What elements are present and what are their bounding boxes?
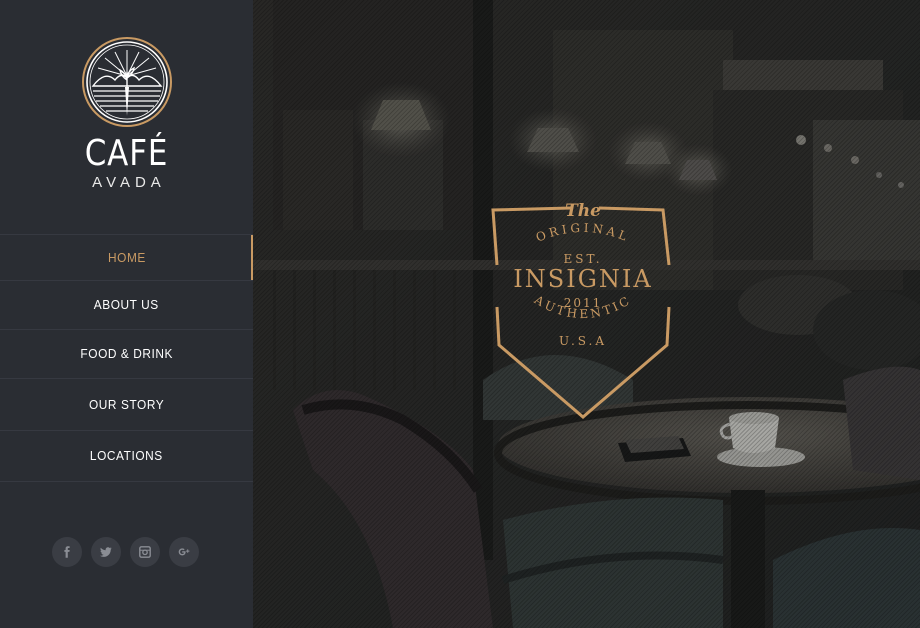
nav-item-locations[interactable]: LOCATIONS xyxy=(0,430,253,482)
nav-item-about-us[interactable]: ABOUT US xyxy=(0,280,253,329)
nav-item-our-story[interactable]: OUR STORY xyxy=(0,378,253,430)
nav-item-label: OUR STORY xyxy=(88,397,165,412)
nav-item-food-drink[interactable]: FOOD & DRINK xyxy=(0,329,253,378)
nav-item-label: LOCATIONS xyxy=(90,449,163,463)
cafe-emblem-icon xyxy=(81,37,172,127)
facebook-button[interactable] xyxy=(52,537,82,567)
badge-title-text: INSIGNIA xyxy=(513,265,652,293)
facebook-icon xyxy=(64,546,70,558)
nav-item-label: ABOUT US xyxy=(93,298,160,312)
brand-subtitle: AVADA xyxy=(92,174,166,191)
instagram-icon xyxy=(139,546,151,558)
sidebar: CAFÉ AVADA HOME ABOUT US FOOD & DRINK OU… xyxy=(0,0,253,628)
twitter-button[interactable] xyxy=(91,537,121,567)
brand-name: CAFÉ xyxy=(84,133,169,174)
insignia-badge: The ORIGINAL EST. INSIGNIA 2011 AUTHENTI… xyxy=(491,201,671,419)
hero-section: The ORIGINAL EST. INSIGNIA 2011 AUTHENTI… xyxy=(253,0,920,628)
badge-est-text: EST. xyxy=(563,252,602,266)
badge-original-text: ORIGINAL xyxy=(534,221,632,245)
nav-item-label: FOOD & DRINK xyxy=(80,347,173,361)
google-plus-icon xyxy=(178,548,190,556)
main-nav: HOME ABOUT US FOOD & DRINK OUR STORY LOC… xyxy=(0,234,253,482)
google-plus-button[interactable] xyxy=(169,537,199,567)
nav-item-home[interactable]: HOME xyxy=(0,234,253,280)
badge-the-text: The xyxy=(565,201,601,221)
twitter-icon xyxy=(100,547,112,557)
social-links xyxy=(52,537,199,567)
nav-item-label: HOME xyxy=(107,250,146,265)
badge-country-text: U.S.A xyxy=(559,334,607,348)
site-logo[interactable]: CAFÉ AVADA xyxy=(0,36,253,192)
instagram-button[interactable] xyxy=(130,537,160,567)
